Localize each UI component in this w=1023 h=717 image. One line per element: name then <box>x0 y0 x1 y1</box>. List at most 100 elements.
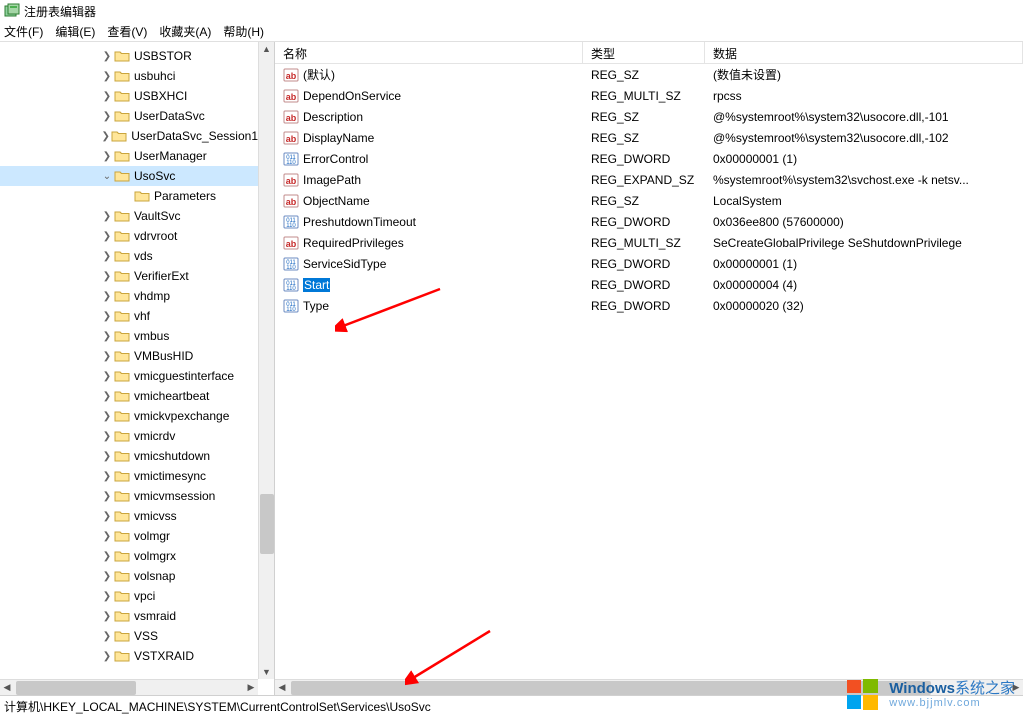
expander-icon[interactable]: ❯ <box>100 329 114 343</box>
expander-icon[interactable]: ❯ <box>100 649 114 663</box>
tree-item[interactable]: ❯VMBusHID <box>0 346 258 366</box>
tree-item[interactable]: ❯ UserManager <box>0 146 258 166</box>
list-row[interactable]: 011110ErrorControlREG_DWORD0x00000001 (1… <box>275 148 1023 169</box>
tree-item[interactable]: ❯VSTXRAID <box>0 646 258 666</box>
expander-icon[interactable]: ❯ <box>100 569 114 583</box>
tree-item[interactable]: ❯ vmicheartbeat <box>0 386 258 406</box>
expander-icon[interactable]: ❯ <box>100 489 114 503</box>
tree-item[interactable]: ❯vdrvroot <box>0 226 258 246</box>
expander-icon[interactable]: ❯ <box>100 269 114 283</box>
scroll-thumb[interactable] <box>291 681 931 695</box>
expander-icon[interactable]: ❯ <box>100 449 114 463</box>
expander-icon[interactable]: ❯ <box>100 629 114 643</box>
expander-icon[interactable]: ❯ <box>100 109 114 123</box>
expander-icon[interactable]: ❯ <box>100 549 114 563</box>
tree-item-label: UserManager <box>134 149 207 163</box>
menu-edit[interactable]: 编辑(E) <box>55 23 95 40</box>
tree-item[interactable]: ❯vmicrdv <box>0 426 258 446</box>
string-value-icon: ab <box>283 193 299 209</box>
tree-hscrollbar[interactable]: ◀ ▶ <box>0 679 258 695</box>
tree-item[interactable]: ❯vmicguestinterface <box>0 366 258 386</box>
expander-icon[interactable]: ❯ <box>100 89 114 103</box>
tree-item[interactable]: ❯vds <box>0 246 258 266</box>
svg-text:110: 110 <box>286 307 296 313</box>
expander-icon[interactable]: ❯ <box>100 129 111 143</box>
expander-icon[interactable]: ❯ <box>100 49 114 63</box>
tree-item[interactable]: ❯vmicvss <box>0 506 258 526</box>
tree-item[interactable]: ❯UserDataSvc <box>0 106 258 126</box>
list-row[interactable]: abDisplayNameREG_SZ@%systemroot%\system3… <box>275 127 1023 148</box>
tree-item[interactable]: ❯VerifierExt <box>0 266 258 286</box>
scroll-down-icon[interactable]: ▼ <box>260 665 274 679</box>
menu-help[interactable]: 帮助(H) <box>223 23 264 40</box>
list-row[interactable]: abImagePathREG_EXPAND_SZ%systemroot%\sys… <box>275 169 1023 190</box>
tree-item-label: vmicheartbeat <box>134 389 209 403</box>
expander-icon[interactable]: ❯ <box>100 249 114 263</box>
list-row[interactable]: 011110StartREG_DWORD0x00000004 (4) <box>275 274 1023 295</box>
scroll-left-icon[interactable]: ◀ <box>275 681 289 695</box>
expander-icon[interactable]: ❯ <box>100 349 114 363</box>
tree-item[interactable]: ❯vhdmp <box>0 286 258 306</box>
expander-icon[interactable]: ❯ <box>100 369 114 383</box>
list-row[interactable]: abObjectNameREG_SZLocalSystem <box>275 190 1023 211</box>
col-header-type[interactable]: 类型 <box>583 42 705 63</box>
expander-icon[interactable]: ❯ <box>100 589 114 603</box>
tree-item[interactable]: ❯vsmraid <box>0 606 258 626</box>
tree-item[interactable]: ❯vhf <box>0 306 258 326</box>
expander-icon[interactable]: ❯ <box>100 529 114 543</box>
col-header-data[interactable]: 数据 <box>705 42 1023 63</box>
tree-item[interactable]: ❯volsnap <box>0 566 258 586</box>
expander-icon[interactable]: ❯ <box>100 389 114 403</box>
tree-item[interactable]: ❯vpci <box>0 586 258 606</box>
expander-icon[interactable]: ⌄ <box>100 169 114 183</box>
scroll-thumb[interactable] <box>16 681 136 695</box>
list-row[interactable]: abDependOnServiceREG_MULTI_SZrpcss <box>275 85 1023 106</box>
scroll-thumb[interactable] <box>260 494 274 554</box>
tree-item[interactable]: ❯UserDataSvc_Session1 <box>0 126 258 146</box>
expander-icon[interactable]: ❯ <box>100 309 114 323</box>
scroll-up-icon[interactable]: ▲ <box>260 42 274 56</box>
list-row[interactable]: 011110PreshutdownTimeoutREG_DWORD0x036ee… <box>275 211 1023 232</box>
tree-item[interactable]: ❯vmictimesync <box>0 466 258 486</box>
tree-item[interactable]: ❯VaultSvc <box>0 206 258 226</box>
tree-item[interactable]: ❯USBSTOR <box>0 46 258 66</box>
expander-icon[interactable]: ❯ <box>100 429 114 443</box>
list-row[interactable]: 011110ServiceSidTypeREG_DWORD0x00000001 … <box>275 253 1023 274</box>
tree-item[interactable]: ❯VSS <box>0 626 258 646</box>
list-row[interactable]: abDescriptionREG_SZ@%systemroot%\system3… <box>275 106 1023 127</box>
col-header-name[interactable]: 名称 <box>275 42 583 63</box>
expander-icon[interactable]: ❯ <box>100 409 114 423</box>
expander-icon[interactable]: ❯ <box>100 509 114 523</box>
expander-icon[interactable]: ❯ <box>100 149 114 163</box>
tree-item[interactable]: ❯vmicshutdown <box>0 446 258 466</box>
expander-icon[interactable]: ❯ <box>100 209 114 223</box>
list-row[interactable]: 011110TypeREG_DWORD0x00000020 (32) <box>275 295 1023 316</box>
tree-item[interactable]: ⌄UsoSvc <box>0 166 258 186</box>
tree-item[interactable]: ❯usbuhci <box>0 66 258 86</box>
menu-favorites[interactable]: 收藏夹(A) <box>159 23 211 40</box>
folder-icon <box>111 129 127 143</box>
expander-icon[interactable]: ❯ <box>100 289 114 303</box>
tree-item[interactable]: ❯volmgr <box>0 526 258 546</box>
tree-vscrollbar[interactable]: ▲ ▼ <box>258 42 274 679</box>
registry-tree[interactable]: ❯USBSTOR❯usbuhci❯USBXHCI❯UserDataSvc❯Use… <box>0 42 258 679</box>
expander-icon[interactable]: ❯ <box>100 69 114 83</box>
value-list[interactable]: ab(默认)REG_SZ(数值未设置)abDependOnServiceREG_… <box>275 64 1023 679</box>
menu-file[interactable]: 文件(F) <box>4 23 43 40</box>
tree-item[interactable]: Parameters <box>0 186 258 206</box>
expander-icon[interactable] <box>120 189 134 203</box>
scroll-left-icon[interactable]: ◀ <box>0 681 14 695</box>
tree-item[interactable]: ❯vmickvpexchange <box>0 406 258 426</box>
expander-icon[interactable]: ❯ <box>100 469 114 483</box>
scroll-right-icon[interactable]: ▶ <box>244 681 258 695</box>
tree-item[interactable]: ❯vmicvmsession <box>0 486 258 506</box>
string-value-icon: ab <box>283 88 299 104</box>
expander-icon[interactable]: ❯ <box>100 609 114 623</box>
tree-item[interactable]: ❯USBXHCI <box>0 86 258 106</box>
menu-view[interactable]: 查看(V) <box>107 23 147 40</box>
list-row[interactable]: abRequiredPrivilegesREG_MULTI_SZSeCreate… <box>275 232 1023 253</box>
list-row[interactable]: ab(默认)REG_SZ(数值未设置) <box>275 64 1023 85</box>
expander-icon[interactable]: ❯ <box>100 229 114 243</box>
tree-item[interactable]: ❯volmgrx <box>0 546 258 566</box>
tree-item[interactable]: ❯vmbus <box>0 326 258 346</box>
